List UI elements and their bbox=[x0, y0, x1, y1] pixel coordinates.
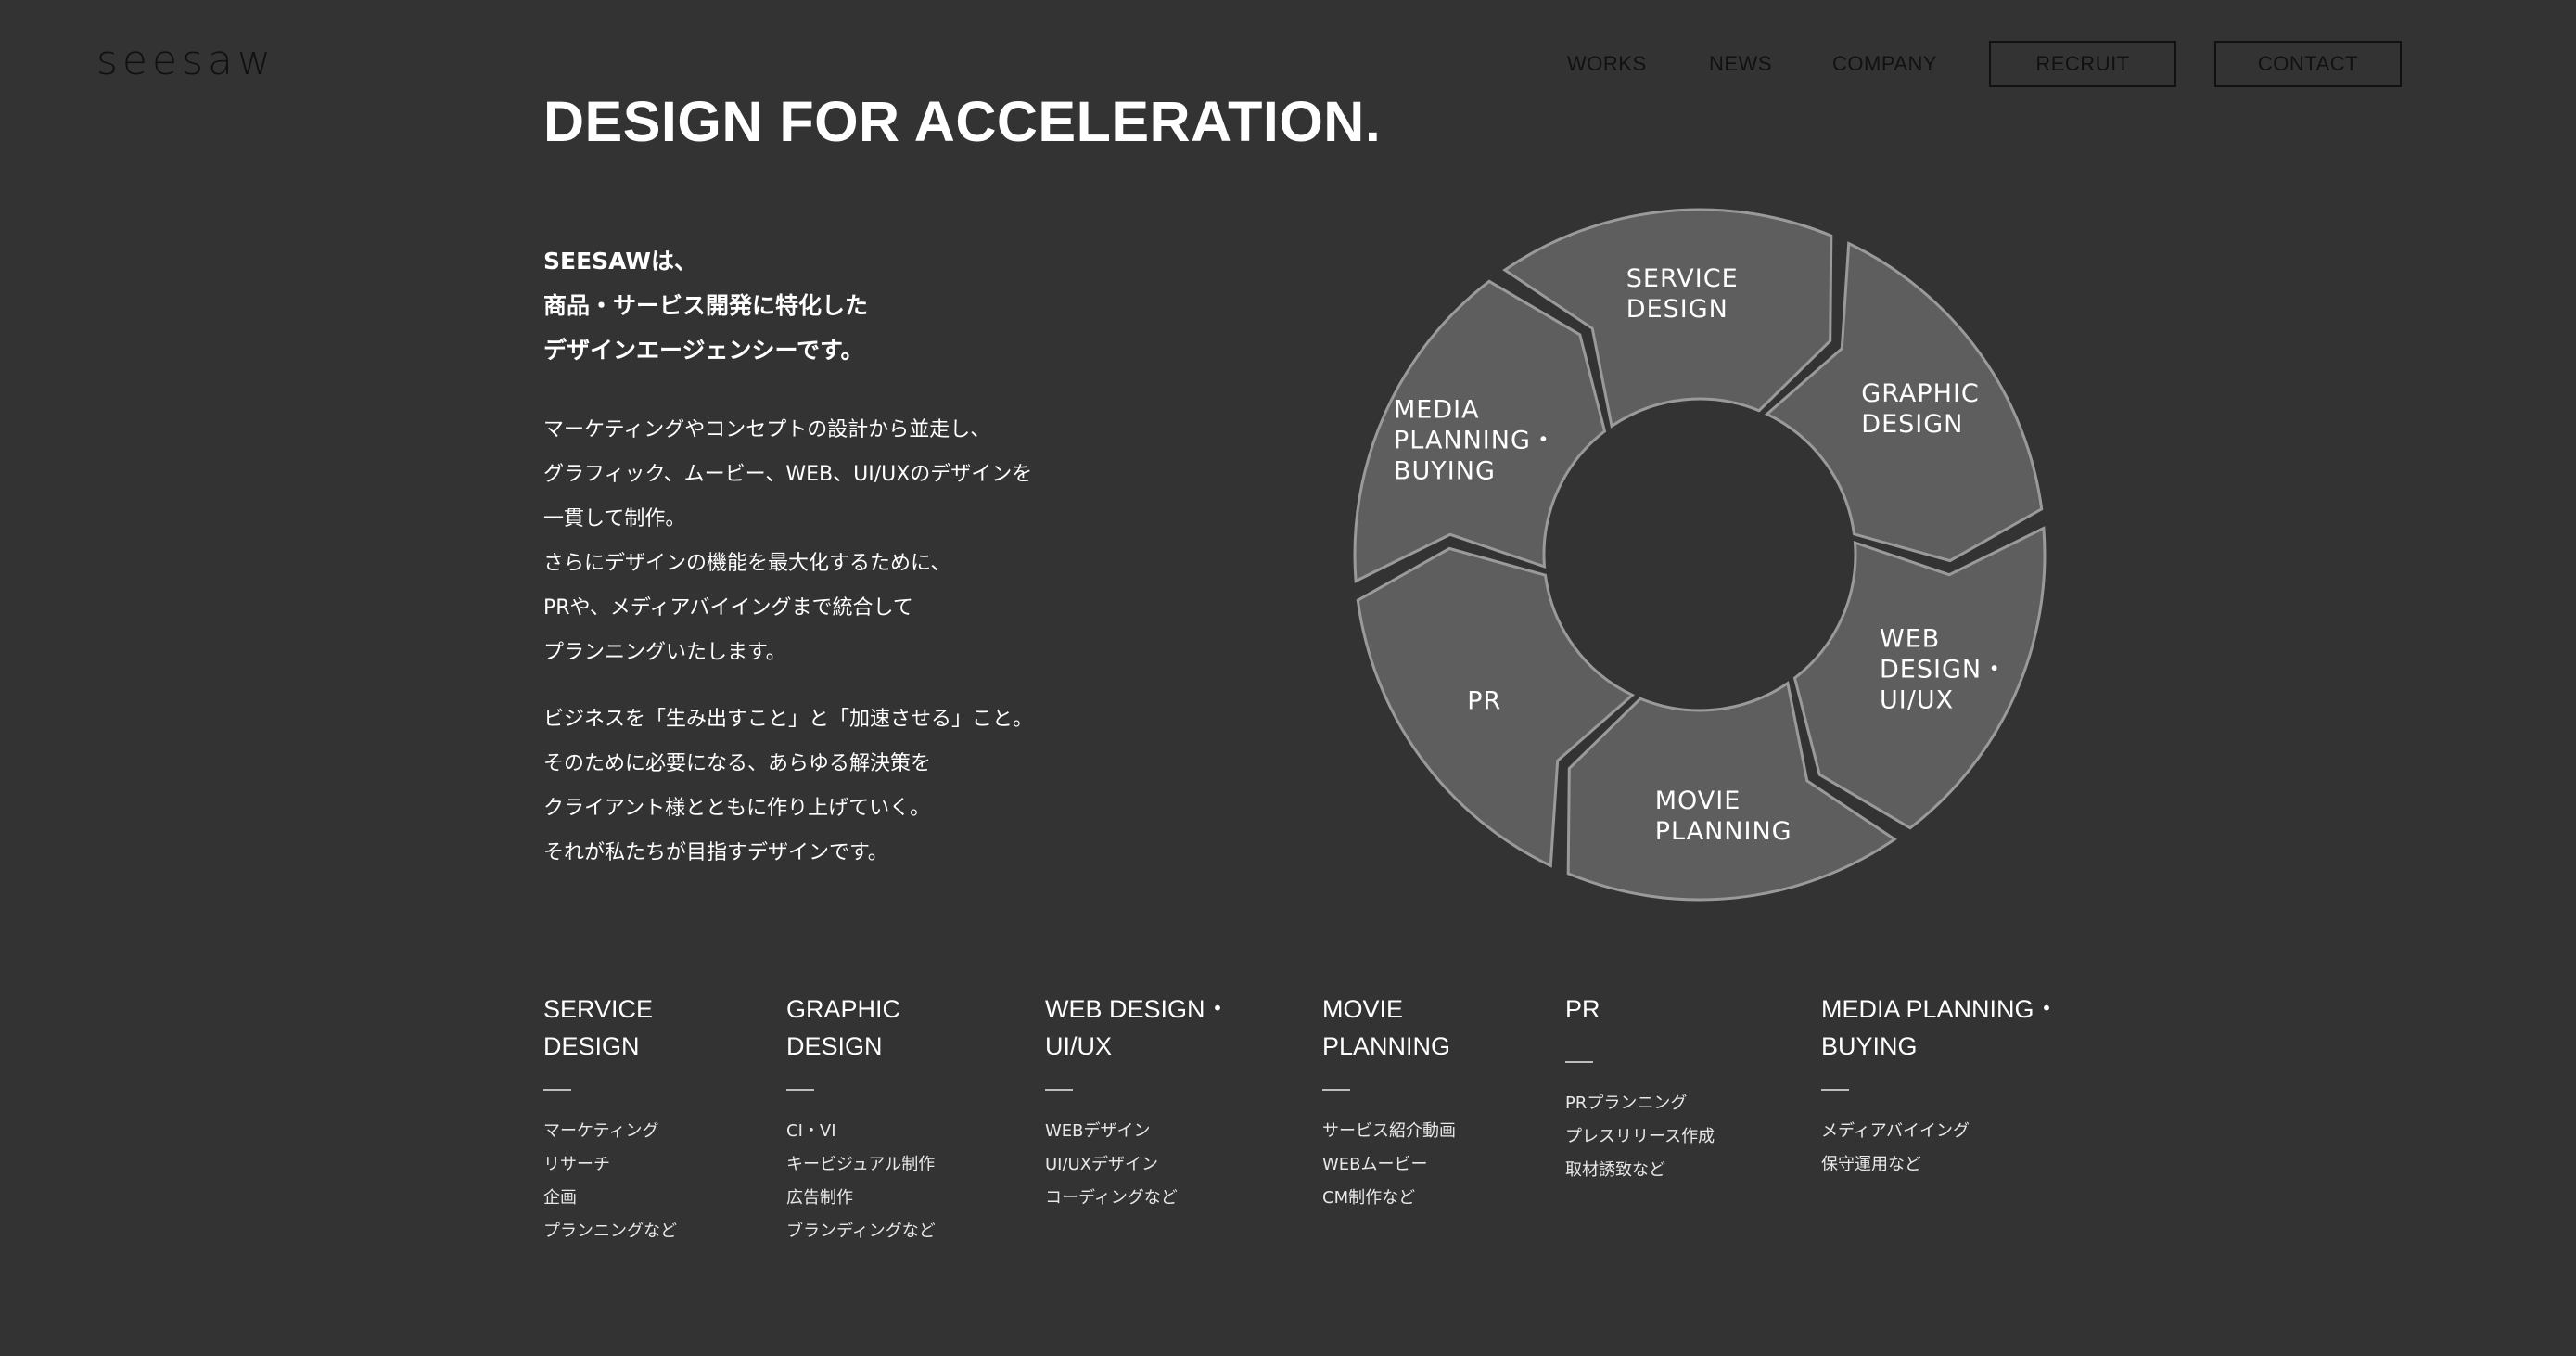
service-item: 保守運用など bbox=[1821, 1155, 1921, 1174]
cycle-label-line: DESIGN bbox=[1861, 410, 1963, 439]
cycle-label-line: PLANNING bbox=[1655, 817, 1792, 846]
service-item: CM制作など bbox=[1322, 1188, 1416, 1208]
nav-news[interactable]: NEWS bbox=[1709, 41, 1772, 87]
service-title: MOVIE bbox=[1322, 995, 1404, 1023]
cycle-svg: SERVICE DESIGNGRAPHIC DESIGNWEB DESIGN・ UI/U… bbox=[1353, 208, 2047, 902]
cycle-label-line: PLANNING・ bbox=[1394, 426, 1557, 454]
intro-lead-line: 商品・サービス開発に特化した bbox=[543, 292, 869, 319]
service-item: サービス紹介動画 bbox=[1322, 1121, 1456, 1141]
cycle-label-line: PR bbox=[1467, 687, 1501, 716]
service-item: キービジュアル制作 bbox=[786, 1155, 936, 1174]
cycle-label-line: GRAPHIC bbox=[1861, 379, 1979, 408]
service-title: DESIGN bbox=[786, 1032, 883, 1060]
intro-body-line: そのために必要になる、あらゆる解決策を bbox=[543, 752, 932, 775]
service-item: ブランディングなど bbox=[786, 1222, 936, 1241]
intro-body-line: 一貫して制作。 bbox=[543, 507, 686, 531]
intro-body-line: グラフィック、ムービー、WEB、UI/UXのデザインを bbox=[543, 463, 1033, 486]
service-title: UI/UX bbox=[1045, 1032, 1113, 1060]
service-item: 企画 bbox=[543, 1188, 577, 1208]
intro-body-line: プランニングいたします。 bbox=[543, 641, 786, 664]
intro-lead-line: デザインエージェンシーです。 bbox=[543, 337, 864, 364]
cycle-label-pr: PR bbox=[1467, 687, 1501, 716]
intro-body-line: ビジネスを「生み出すこと」と「加速させる」こと。 bbox=[543, 708, 1034, 731]
service-column-pr: PR PRプランニング プレスリリース作成 取材誘致など bbox=[1565, 991, 1715, 1187]
service-title: SERVICE bbox=[543, 995, 654, 1023]
service-item: UI/UXデザイン bbox=[1045, 1155, 1159, 1174]
service-column-media-planning: MEDIA PLANNING・ BUYING メディアバイイング 保守運用など bbox=[1821, 991, 2060, 1182]
service-cycle-diagram: SERVICE DESIGN GRAPHIC DESIGN WEB DESIGN・ UI/U… bbox=[1326, 193, 2068, 916]
cycle-center bbox=[1548, 403, 1852, 707]
service-item: WEBデザイン bbox=[1045, 1121, 1151, 1141]
service-item: PRプランニング bbox=[1565, 1094, 1688, 1113]
service-title: PR bbox=[1565, 995, 1600, 1023]
intro-text: SEESAWは、 商品・サービス開発に特化した デザインエージェンシーです。 マ… bbox=[543, 239, 1211, 876]
service-title: PLANNING bbox=[1322, 1032, 1451, 1060]
service-title: BUYING bbox=[1821, 1032, 1918, 1060]
service-item: マーケティング bbox=[543, 1121, 659, 1141]
intro-body-line: それが私たちが目指すデザインです。 bbox=[543, 841, 888, 864]
service-divider bbox=[1821, 1089, 1849, 1091]
cycle-label-line: BUYING bbox=[1394, 456, 1496, 485]
service-divider bbox=[786, 1089, 814, 1091]
service-divider bbox=[1322, 1089, 1350, 1091]
intro-lead-line: SEESAWは、 bbox=[543, 248, 697, 275]
recruit-button[interactable]: RECRUIT bbox=[1989, 41, 2176, 87]
intro-body-line: クライアント様とともに作り上げていく。 bbox=[543, 797, 931, 820]
cycle-label-line: UI/UX bbox=[1880, 686, 1954, 715]
service-column-service-design: SERVICE DESIGN マーケティング リサーチ 企画 プランニングなど bbox=[543, 991, 677, 1248]
service-title: WEB DESIGN・ bbox=[1045, 995, 1231, 1023]
service-item: プランニングなど bbox=[543, 1222, 677, 1241]
service-item: メディアバイイング bbox=[1821, 1121, 1970, 1141]
service-divider bbox=[1045, 1089, 1073, 1091]
hero-title: DESIGN FOR ACCELERATION. bbox=[543, 90, 1382, 153]
cycle-label-line: DESIGN・ bbox=[1880, 656, 2008, 684]
cycle-label-line: WEB bbox=[1880, 625, 1940, 654]
service-item: WEBムービー bbox=[1322, 1155, 1428, 1174]
service-item: プレスリリース作成 bbox=[1565, 1127, 1715, 1146]
intro-body-line: さらにデザインの機能を最大化するために、 bbox=[543, 552, 951, 575]
contact-button[interactable]: CONTACT bbox=[2214, 41, 2402, 87]
service-column-graphic-design: GRAPHIC DESIGN CI・VI キービジュアル制作 広告制作 ブランデ… bbox=[786, 991, 936, 1248]
intro-body-line: PRや、メディアバイイングまで統合して bbox=[543, 596, 913, 620]
cycle-label-line: SERVICE bbox=[1626, 264, 1739, 293]
cycle-label-line: DESIGN bbox=[1626, 295, 1728, 324]
service-title: GRAPHIC bbox=[786, 995, 901, 1023]
page: seesaw WORKS NEWS COMPANY RECRUIT CONTAC… bbox=[0, 0, 2576, 1356]
service-title: MEDIA PLANNING・ bbox=[1821, 995, 2060, 1023]
service-title: DESIGN bbox=[543, 1032, 640, 1060]
service-column-movie-planning: MOVIE PLANNING サービス紹介動画 WEBムービー CM制作など bbox=[1322, 991, 1456, 1215]
service-divider bbox=[1565, 1061, 1593, 1063]
nav-works[interactable]: WORKS bbox=[1567, 41, 1647, 87]
service-item: CI・VI bbox=[786, 1121, 836, 1141]
service-item: 広告制作 bbox=[786, 1188, 853, 1208]
service-column-web-design: WEB DESIGN・ UI/UX WEBデザイン UI/UXデザイン コーディ… bbox=[1045, 991, 1231, 1215]
intro-body-line: マーケティングやコンセプトの設計から並走し、 bbox=[543, 418, 991, 441]
logo[interactable]: seesaw bbox=[96, 37, 275, 84]
cycle-label-line: MEDIA bbox=[1394, 395, 1480, 424]
service-item: コーディングなど bbox=[1045, 1188, 1178, 1208]
nav-company[interactable]: COMPANY bbox=[1832, 41, 1937, 87]
cycle-label-line: MOVIE bbox=[1655, 787, 1741, 815]
service-divider bbox=[543, 1089, 571, 1091]
service-item: 取材誘致など bbox=[1565, 1160, 1665, 1180]
service-item: リサーチ bbox=[543, 1155, 610, 1174]
